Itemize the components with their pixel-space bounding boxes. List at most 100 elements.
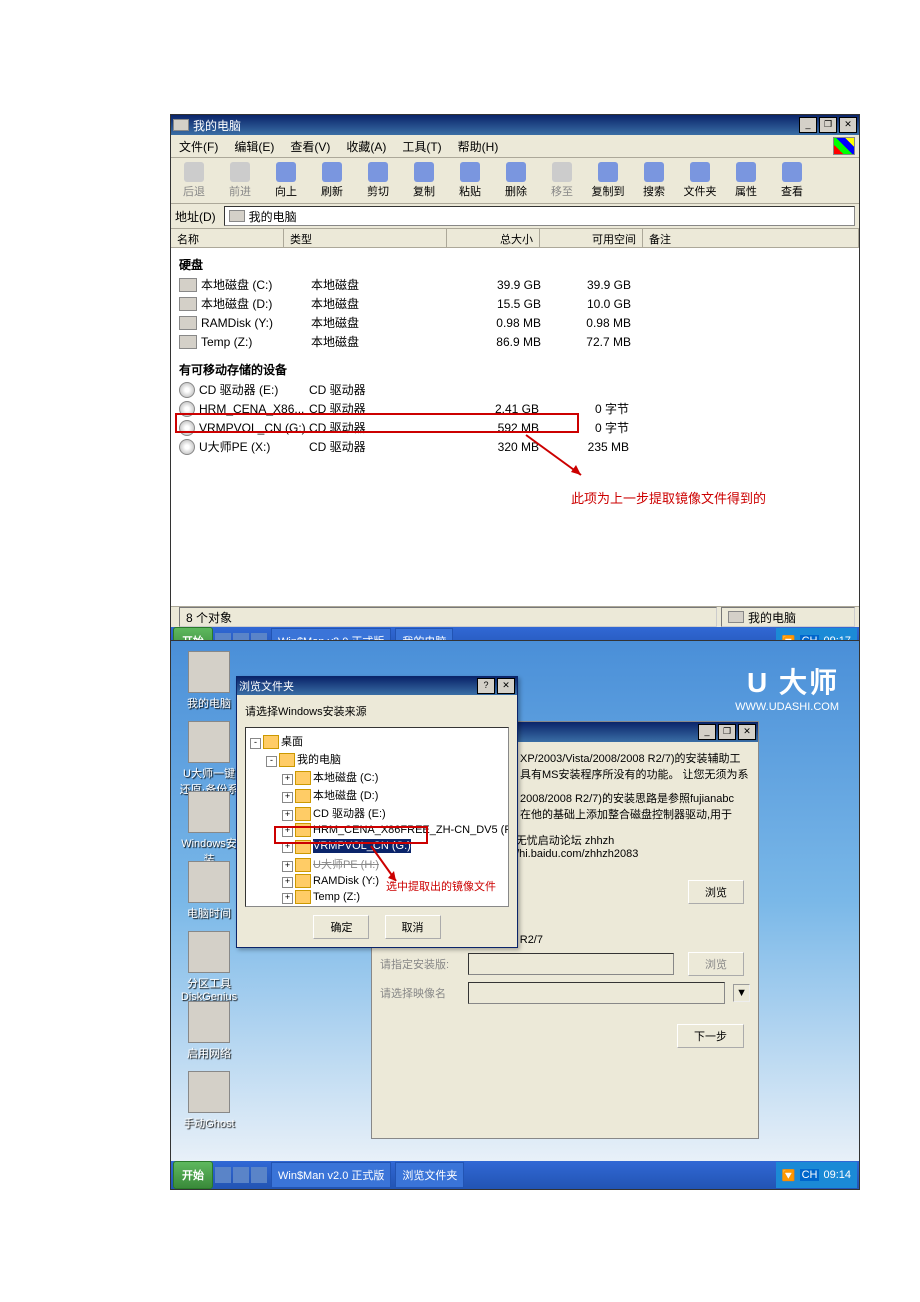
column-headers: 名称 类型 总大小 可用空间 备注 — [171, 229, 859, 248]
app-icon — [188, 861, 230, 903]
search-button[interactable]: 搜索 — [633, 160, 675, 201]
drive-row[interactable]: U大师PE (X:)CD 驱动器320 MB235 MB — [171, 437, 859, 456]
properties-button[interactable]: 属性 — [725, 160, 767, 201]
file-list: 硬盘 本地磁盘 (C:)本地磁盘39.9 GB39.9 GB本地磁盘 (D:)本… — [171, 248, 859, 606]
close-button[interactable]: ✕ — [839, 117, 857, 133]
expand-icon[interactable]: - — [266, 756, 277, 767]
paste-button[interactable]: 粘贴 — [449, 160, 491, 201]
folder-icon — [295, 807, 311, 821]
expand-icon[interactable]: - — [250, 738, 261, 749]
quicklaunch-icon[interactable] — [233, 1167, 249, 1183]
screenshot-browse-folder: 我的电脑U大师一键还原·备份系统Windows安装电脑时间分区工具DiskGen… — [170, 640, 860, 1190]
col-name[interactable]: 名称 — [171, 229, 284, 247]
desktop-icon[interactable]: 我的电脑 — [179, 651, 239, 711]
forward-button: 前进 — [219, 160, 261, 201]
folders-button[interactable]: 文件夹 — [679, 160, 721, 201]
drive-type: 本地磁盘 — [311, 314, 461, 331]
drive-type: CD 驱动器 — [309, 381, 459, 398]
desktop-icon[interactable]: Windows安装 — [179, 791, 239, 867]
delete-button[interactable]: 删除 — [495, 160, 537, 201]
menu-help[interactable]: 帮助(H) — [454, 137, 503, 156]
desktop-icon[interactable]: 启用网络 — [179, 1001, 239, 1061]
tree-node[interactable]: -我的电脑 — [250, 750, 504, 768]
address-bar: 地址(D) 我的电脑 — [171, 204, 859, 229]
desktop-icon[interactable]: 手动Ghost — [179, 1071, 239, 1131]
menu-edit[interactable]: 编辑(E) — [230, 137, 278, 156]
quicklaunch-icon[interactable] — [215, 1167, 231, 1183]
col-avail[interactable]: 可用空间 — [540, 229, 643, 247]
cut-button[interactable]: 剪切 — [357, 160, 399, 201]
desktop-icon[interactable]: 分区工具DiskGenius — [179, 931, 239, 1003]
tree-label: 本地磁盘 (C:) — [313, 772, 378, 784]
titlebar[interactable]: 我的电脑 _ ❐ ✕ — [171, 115, 859, 135]
desc-text: XP/2003/Vista/2008/2008 R2/7)的安装辅助工 具有MS… — [520, 750, 750, 782]
drive-row[interactable]: Temp (Z:)本地磁盘86.9 MB72.7 MB — [171, 332, 859, 351]
expand-icon[interactable]: + — [282, 842, 293, 853]
cancel-button[interactable]: 取消 — [385, 915, 441, 939]
help-button[interactable]: ? — [477, 678, 495, 694]
close-button[interactable]: ✕ — [738, 724, 756, 740]
browse-button[interactable]: 浏览 — [688, 880, 744, 904]
taskbar-app2[interactable]: 浏览文件夹 — [395, 1162, 464, 1188]
drive-row[interactable]: RAMDisk (Y:)本地磁盘0.98 MB0.98 MB — [171, 313, 859, 332]
next-button[interactable]: 下一步 — [677, 1024, 744, 1048]
drive-size: 15.5 GB — [461, 297, 541, 311]
up-button[interactable]: 向上 — [265, 160, 307, 201]
back-button: 后退 — [173, 160, 215, 201]
menu-favorites[interactable]: 收藏(A) — [342, 137, 390, 156]
expand-icon[interactable]: + — [282, 877, 293, 888]
drive-row[interactable]: CD 驱动器 (E:)CD 驱动器 — [171, 380, 859, 399]
close-button[interactable]: ✕ — [497, 678, 515, 694]
expand-icon[interactable]: + — [282, 861, 293, 872]
drive-icon — [179, 316, 197, 330]
quicklaunch-icon[interactable] — [251, 1167, 267, 1183]
start-button[interactable]: 开始 — [173, 1161, 213, 1189]
refresh-button[interactable]: 刷新 — [311, 160, 353, 201]
expand-icon[interactable]: + — [282, 792, 293, 803]
col-total[interactable]: 总大小 — [447, 229, 540, 247]
install-version-label: 请指定安装版: — [380, 956, 460, 972]
menu-tools[interactable]: 工具(T) — [398, 137, 445, 156]
drive-icon — [179, 278, 197, 292]
drive-name: 本地磁盘 (C:) — [201, 276, 311, 293]
tree-node[interactable]: +CD 驱动器 (E:) — [250, 804, 504, 822]
minimize-button[interactable]: _ — [799, 117, 817, 133]
expand-icon[interactable]: + — [282, 810, 293, 821]
address-field[interactable]: 我的电脑 — [224, 206, 855, 226]
system-tray[interactable]: 🔽CH09:14 — [776, 1162, 857, 1188]
copy-button[interactable]: 复制 — [403, 160, 445, 201]
window-icon — [173, 119, 189, 131]
image-name-label: 请选择映像名 — [380, 985, 460, 1001]
toolbar: 后退 前进 向上 刷新 剪切 复制 粘贴 删除 移至 复制到 搜索 文件夹 属性… — [171, 158, 859, 204]
tree-node[interactable]: +控制面板 — [250, 905, 504, 907]
maximize-button[interactable]: ❐ — [819, 117, 837, 133]
drive-row[interactable]: 本地磁盘 (D:)本地磁盘15.5 GB10.0 GB — [171, 294, 859, 313]
menu-file[interactable]: 文件(F) — [175, 137, 222, 156]
col-type[interactable]: 类型 — [284, 229, 447, 247]
maximize-button[interactable]: ❐ — [718, 724, 736, 740]
drive-icon — [179, 297, 197, 311]
folder-tree[interactable]: -桌面-我的电脑 + 本地磁盘 (C:) +本地磁盘 (D:)+CD 驱动器 (E:)… — [245, 727, 509, 907]
ok-button[interactable]: 确定 — [313, 915, 369, 939]
col-note[interactable]: 备注 — [643, 229, 859, 247]
copyto-button[interactable]: 复制到 — [587, 160, 629, 201]
drive-type: 本地磁盘 — [311, 295, 461, 312]
cd-icon — [179, 382, 195, 398]
folder-icon — [263, 735, 279, 749]
menu-view[interactable]: 查看(V) — [286, 137, 334, 156]
expand-icon[interactable]: + — [282, 893, 293, 904]
desc-text2: 2008/2008 R2/7)的安装思路是参照fujianabc 在他的基础上添… — [520, 790, 750, 822]
drive-type: CD 驱动器 — [309, 438, 459, 455]
minimize-button[interactable]: _ — [698, 724, 716, 740]
desktop-icon[interactable]: 电脑时间 — [179, 861, 239, 921]
annotation-box — [175, 413, 579, 433]
tree-node[interactable]: +本地磁盘 (D:) — [250, 786, 504, 804]
drive-row[interactable]: 本地磁盘 (C:)本地磁盘39.9 GB39.9 GB — [171, 275, 859, 294]
tree-node[interactable]: + 本地磁盘 (C:) — [250, 768, 504, 786]
tree-node[interactable]: -桌面 — [250, 732, 504, 750]
folder-icon — [295, 858, 311, 872]
expand-icon[interactable]: + — [282, 774, 293, 785]
icon-label: 我的电脑 — [179, 695, 239, 711]
view-button[interactable]: 查看 — [771, 160, 813, 201]
taskbar-app1[interactable]: Win$Man v2.0 正式版 — [271, 1162, 391, 1188]
